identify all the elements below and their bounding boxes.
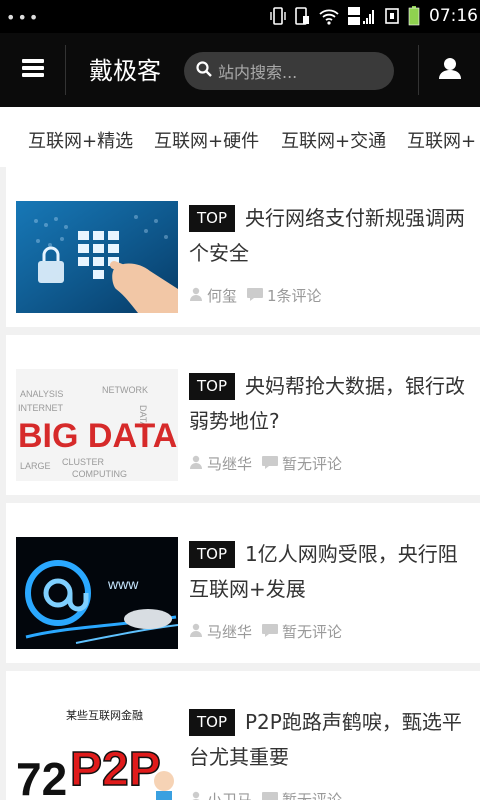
- tab-more[interactable]: 互联网+: [407, 127, 476, 153]
- tab-transport[interactable]: 互联网+交通: [281, 127, 386, 153]
- comment-icon: [262, 623, 282, 641]
- article-card[interactable]: www TOP 1亿人网购受限，央行阻互联网+发展 马继华 暂无评论: [6, 503, 480, 663]
- search-placeholder: 站内搜索...: [218, 63, 298, 82]
- svg-text:72: 72: [16, 753, 67, 800]
- author-icon: [189, 455, 207, 473]
- status-icons: [270, 6, 420, 26]
- comment-icon: [262, 455, 282, 473]
- wifi-icon: [318, 6, 340, 26]
- status-bar: ••• 07:16: [0, 0, 480, 33]
- user-button[interactable]: [418, 45, 480, 95]
- clock: 07:16: [429, 6, 478, 26]
- article-meta: 马继华 暂无评论: [189, 453, 352, 474]
- article-comments[interactable]: 1条评论: [267, 285, 322, 306]
- app-header: 戴极客 站内搜索...: [0, 33, 480, 107]
- author-icon: [189, 287, 207, 305]
- big-data-wordcloud-image: ANALYSIS INTERNET LARGE CLUSTER COMPUTIN…: [16, 369, 178, 481]
- article-author: 马继华: [207, 623, 253, 641]
- svg-text:LARGE: LARGE: [20, 461, 51, 471]
- app-title: 戴极客: [89, 57, 161, 85]
- thumb-text: 某些互联网金融: [66, 708, 143, 722]
- author-icon: [189, 623, 207, 641]
- svg-text:INTERNET: INTERNET: [18, 403, 64, 413]
- svg-text:COMPUTING: COMPUTING: [72, 469, 127, 479]
- user-icon: [438, 56, 462, 84]
- svg-text:P2P: P2P: [70, 743, 161, 796]
- svg-text:ANALYSIS: ANALYSIS: [20, 389, 63, 399]
- svg-text:NETWORK: NETWORK: [102, 385, 148, 395]
- hamburger-icon: [21, 59, 44, 81]
- article-author: 马继华: [207, 455, 253, 473]
- article-title[interactable]: 央妈帮抢大数据，银行改弱势地位?: [189, 369, 471, 439]
- vibrate-icon: [270, 6, 286, 26]
- article-meta: 小卫马 暂无评论: [189, 789, 352, 800]
- svg-text:www: www: [107, 576, 139, 592]
- signal-3g-2g-icon: [348, 6, 376, 26]
- article-card[interactable]: 某些互联网金融 72 P2P TOP P2P跑路声鹤唳，甄选平台尤其重要 小卫马…: [6, 671, 480, 800]
- article-title[interactable]: 1亿人网购受限，央行阻互联网+发展: [189, 537, 471, 607]
- tab-selected[interactable]: 互联网+精选: [28, 127, 133, 153]
- comment-icon: [262, 791, 282, 800]
- article-author: 何玺: [207, 287, 238, 305]
- notification-icon: [384, 6, 400, 26]
- search-input[interactable]: 站内搜索...: [184, 52, 394, 90]
- article-card[interactable]: ANALYSIS INTERNET LARGE CLUSTER COMPUTIN…: [6, 335, 480, 495]
- menu-button[interactable]: [0, 45, 66, 95]
- overflow-dots-icon: •••: [6, 8, 41, 27]
- article-title[interactable]: 央行网络支付新规强调两个安全: [189, 201, 471, 271]
- category-tabs: 互联网+精选 互联网+硬件 互联网+交通 互联网+: [0, 107, 480, 167]
- article-comments[interactable]: 暂无评论: [282, 453, 342, 474]
- thumb-text: BIG DATA: [18, 417, 177, 455]
- article-comments[interactable]: 暂无评论: [282, 789, 342, 800]
- article-title[interactable]: P2P跑路声鹤唳，甄选平台尤其重要: [189, 705, 471, 775]
- article-meta: 马继华 暂无评论: [189, 621, 352, 642]
- article-author: 小卫马: [207, 791, 253, 800]
- author-icon: [189, 791, 207, 800]
- svg-text:CLUSTER: CLUSTER: [62, 457, 105, 467]
- p2p-cartoon-image: 某些互联网金融 72 P2P: [16, 705, 178, 800]
- keypad-finger-image: [16, 201, 178, 313]
- glowing-at-sign-image: www: [16, 537, 178, 649]
- search-icon: [196, 61, 218, 81]
- article-card[interactable]: TOP 央行网络支付新规强调两个安全 何玺 1条评论: [6, 167, 480, 327]
- comment-icon: [247, 287, 267, 305]
- tab-hardware[interactable]: 互联网+硬件: [154, 127, 259, 153]
- sim-icon: [294, 6, 310, 26]
- article-comments[interactable]: 暂无评论: [282, 621, 342, 642]
- battery-icon: [408, 6, 420, 26]
- article-meta: 何玺 1条评论: [189, 285, 332, 306]
